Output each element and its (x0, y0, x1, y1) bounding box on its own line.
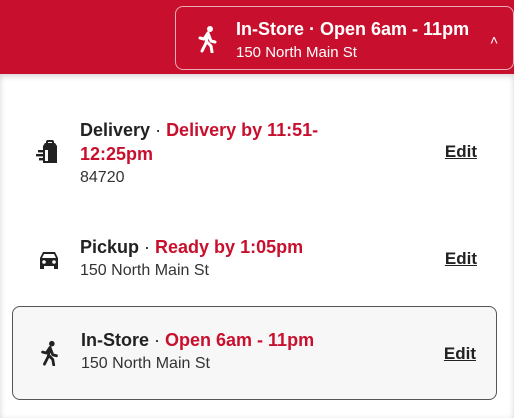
store-mode-selector[interactable]: In-Store · Open 6am - 11pm 150 North Mai… (175, 6, 514, 70)
separator: · (150, 120, 167, 140)
option-in-store-text: In-Store · Open 6am - 11pm 150 North Mai… (81, 328, 361, 376)
separator: · (149, 330, 166, 350)
option-detail: 150 North Main St (80, 262, 209, 279)
current-mode-label: In-Store (236, 19, 305, 39)
edit-pickup-link[interactable]: Edit (445, 249, 477, 269)
separator: · (304, 19, 321, 39)
option-delivery[interactable]: Delivery · Delivery by 11:51-12:25pm 847… (12, 116, 497, 200)
separator: · (139, 237, 156, 257)
option-status: Open 6am - 11pm (165, 330, 315, 350)
option-in-store[interactable]: In-Store · Open 6am - 11pm 150 North Mai… (12, 306, 497, 400)
edit-in-store-link[interactable]: Edit (444, 344, 476, 364)
walking-person-icon (198, 26, 217, 53)
option-pickup-text: Pickup · Ready by 1:05pm 150 North Main … (80, 235, 360, 283)
edit-delivery-link[interactable]: Edit (445, 142, 477, 162)
option-delivery-text: Delivery · Delivery by 11:51-12:25pm 847… (80, 118, 360, 190)
option-detail: 150 North Main St (81, 355, 210, 372)
option-pickup[interactable]: Pickup · Ready by 1:05pm 150 North Main … (12, 232, 497, 290)
option-title: Pickup (80, 237, 140, 257)
option-delivery-heading: Delivery · Delivery by 11:51-12:25pm (80, 118, 360, 166)
option-detail: 84720 (80, 169, 125, 186)
current-mode-line: In-Store · Open 6am - 11pm (236, 19, 469, 40)
walking-person-icon (41, 340, 58, 366)
option-title: Delivery (80, 120, 151, 140)
delivery-bag-icon (36, 140, 57, 163)
current-mode-hours: Open 6am - 11pm (320, 19, 470, 39)
current-store-address: 150 North Main St (236, 44, 357, 61)
header-bar: In-Store · Open 6am - 11pm 150 North Mai… (0, 0, 514, 74)
chevron-up-icon: ˄ (490, 32, 499, 48)
option-pickup-heading: Pickup · Ready by 1:05pm (80, 235, 360, 259)
option-in-store-heading: In-Store · Open 6am - 11pm (81, 328, 361, 352)
option-title: In-Store (81, 330, 150, 350)
car-icon (40, 252, 58, 269)
option-status: Ready by 1:05pm (155, 237, 304, 257)
